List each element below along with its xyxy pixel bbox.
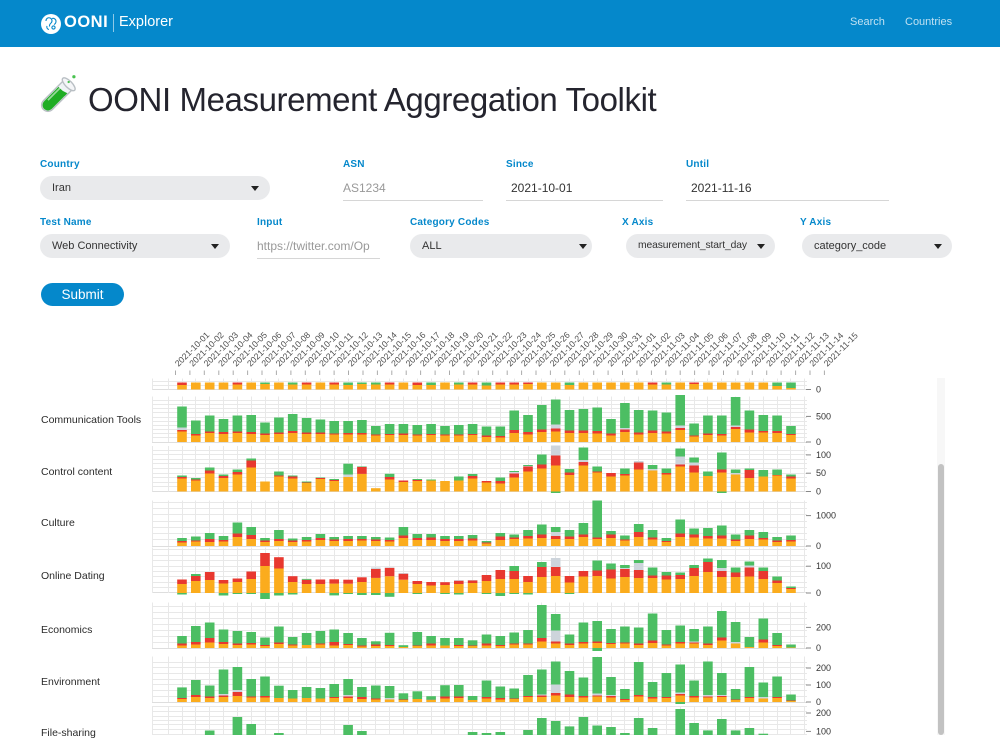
svg-text:200: 200 (816, 622, 831, 632)
svg-text:1000: 1000 (816, 511, 836, 521)
svg-text:100: 100 (816, 680, 831, 690)
svg-text:200: 200 (816, 663, 831, 673)
svg-text:0: 0 (816, 385, 821, 395)
svg-text:50: 50 (816, 468, 826, 478)
svg-text:0: 0 (816, 588, 821, 598)
svg-text:500: 500 (816, 411, 831, 421)
svg-text:100: 100 (816, 561, 831, 571)
svg-text:100: 100 (816, 726, 831, 735)
svg-text:0: 0 (816, 487, 821, 497)
svg-text:0: 0 (816, 541, 821, 551)
svg-text:0: 0 (816, 697, 821, 707)
svg-text:200: 200 (816, 708, 831, 718)
svg-text:0: 0 (816, 437, 821, 447)
svg-text:0: 0 (816, 643, 821, 653)
svg-text:100: 100 (816, 450, 831, 460)
